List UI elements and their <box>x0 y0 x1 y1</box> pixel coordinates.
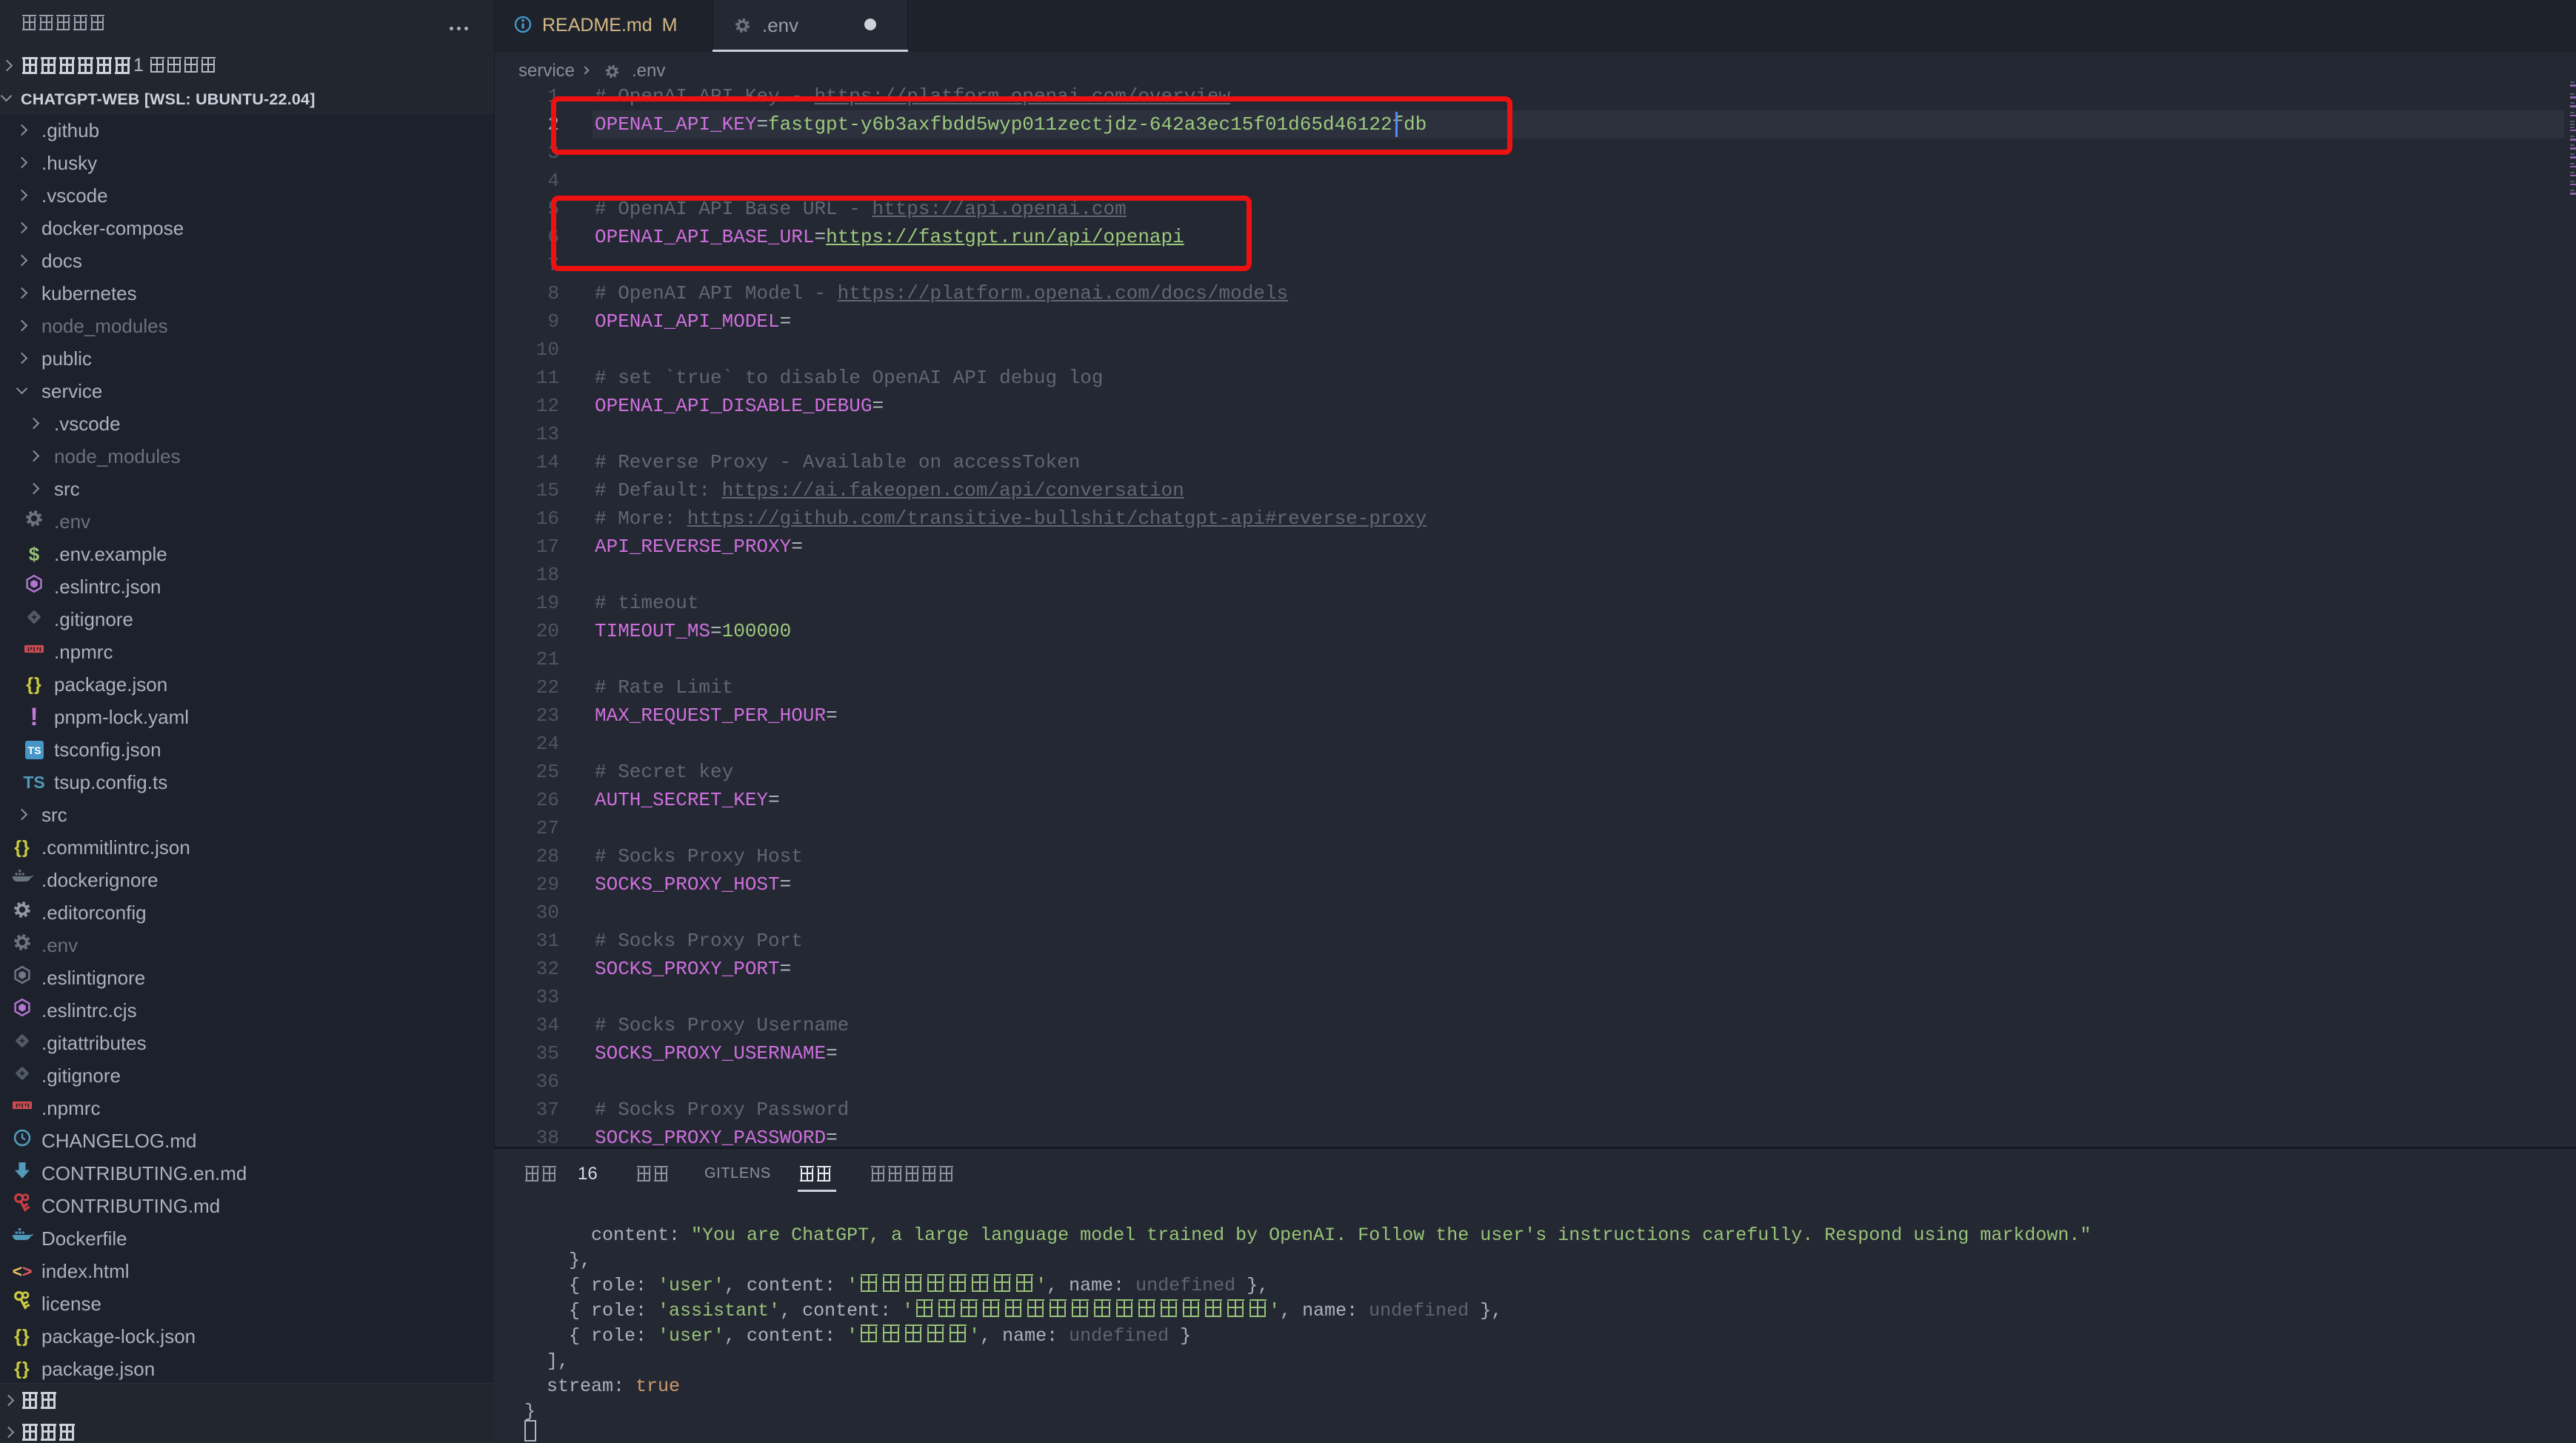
svg-text:TS: TS <box>27 744 41 756</box>
